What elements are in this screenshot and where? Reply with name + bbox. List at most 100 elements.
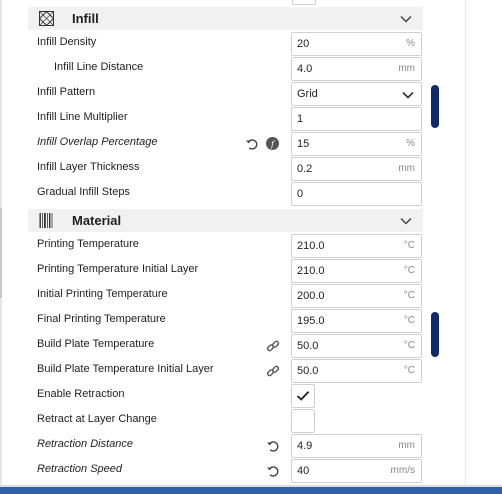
- infill-layer-thickness-field[interactable]: 0.2 mm: [291, 157, 422, 181]
- settings-panel: Infill Infill Density 20 % Infill Line D…: [28, 0, 423, 486]
- setting-row-infill-layer-thickness: Infill Layer Thickness 0.2 mm: [28, 156, 423, 181]
- field-unit: °C: [403, 290, 415, 301]
- setting-row-build-plate-temperature-initial-layer: Build Plate Temperature Initial Layer 50…: [28, 358, 423, 383]
- field-unit: mm: [398, 63, 415, 74]
- field-value: 4.9: [297, 440, 313, 452]
- infill-pattern-dropdown[interactable]: Grid: [291, 82, 422, 106]
- printing-temperature-field[interactable]: 210.0 °C: [291, 234, 422, 258]
- setting-label: Infill Density: [37, 36, 97, 48]
- infill-overlap-percentage-field[interactable]: 15 %: [291, 132, 422, 156]
- category-title-material: Material: [72, 213, 122, 228]
- field-value: 0: [297, 188, 304, 200]
- setting-label: Build Plate Temperature: [37, 338, 155, 350]
- field-unit: °C: [403, 315, 415, 326]
- previous-setting-field-stub[interactable]: [292, 0, 316, 5]
- field-unit: mm/s: [390, 465, 415, 476]
- field-value: 210.0: [297, 240, 325, 252]
- field-value: 195.0: [297, 315, 325, 327]
- setting-row-printing-temperature-initial-layer: Printing Temperature Initial Layer 210.0…: [28, 258, 423, 283]
- field-unit: °C: [403, 240, 415, 251]
- chevron-down-icon: [402, 91, 414, 99]
- setting-label: Retraction Speed: [37, 463, 122, 475]
- printing-temperature-initial-layer-field[interactable]: 210.0 °C: [291, 259, 422, 283]
- field-value: 50.0: [297, 365, 319, 377]
- setting-label: Infill Line Distance: [54, 61, 144, 73]
- setting-label: Initial Printing Temperature: [37, 288, 168, 300]
- field-unit: °C: [403, 365, 415, 376]
- setting-label: Retraction Distance: [37, 438, 133, 450]
- scrollbar-thumb-secondary[interactable]: [431, 312, 439, 357]
- retract-at-layer-change-checkbox[interactable]: [291, 409, 315, 433]
- build-plate-temperature-initial-layer-field[interactable]: 50.0 °C: [291, 359, 422, 383]
- checkmark-icon: [296, 391, 310, 401]
- reset-icon[interactable]: [245, 137, 259, 151]
- infill-density-field[interactable]: 20 %: [291, 32, 422, 56]
- field-unit: °C: [403, 340, 415, 351]
- infill-line-multiplier-field[interactable]: 1: [291, 107, 422, 131]
- setting-label: Printing Temperature: [37, 238, 139, 250]
- field-value: 40: [297, 465, 310, 477]
- setting-label: Gradual Infill Steps: [37, 186, 130, 198]
- category-header-material[interactable]: Material: [28, 209, 423, 232]
- field-value: 20: [297, 38, 310, 50]
- field-value: 0.2: [297, 163, 313, 175]
- category-header-infill[interactable]: Infill: [28, 7, 423, 30]
- field-unit: %: [406, 38, 415, 49]
- initial-printing-temperature-field[interactable]: 200.0 °C: [291, 284, 422, 308]
- infill-category-icon: [39, 11, 54, 26]
- reset-icon[interactable]: [266, 464, 280, 478]
- infill-line-distance-field[interactable]: 4.0 mm: [291, 57, 422, 81]
- setting-label: Infill Overlap Percentage: [37, 136, 158, 148]
- gradual-infill-steps-field[interactable]: 0: [291, 182, 422, 206]
- setting-row-gradual-infill-steps: Gradual Infill Steps 0: [28, 181, 423, 206]
- setting-label: Build Plate Temperature Initial Layer: [37, 363, 214, 375]
- field-unit: %: [406, 138, 415, 149]
- chevron-down-icon[interactable]: [399, 214, 413, 228]
- dropdown-selected-value: Grid: [297, 88, 318, 100]
- panel-right-edge: [465, 0, 466, 490]
- field-value: 200.0: [297, 290, 325, 302]
- field-value: 50.0: [297, 340, 319, 352]
- left-edge-mark: [0, 208, 2, 298]
- field-value: 1: [297, 113, 304, 125]
- chevron-down-icon[interactable]: [399, 12, 413, 26]
- taskbar-strip: [0, 487, 502, 494]
- field-value: 210.0: [297, 265, 325, 277]
- link-icon[interactable]: [266, 364, 280, 378]
- setting-row-retraction-speed: Retraction Speed 40 mm/s: [28, 458, 423, 483]
- retraction-distance-field[interactable]: 4.9 mm: [291, 434, 422, 458]
- setting-label: Infill Line Multiplier: [37, 111, 128, 123]
- final-printing-temperature-field[interactable]: 195.0 °C: [291, 309, 422, 333]
- field-unit: °C: [403, 265, 415, 276]
- setting-row-infill-density: Infill Density 20 %: [28, 31, 423, 56]
- setting-label: Retract at Layer Change: [37, 413, 157, 425]
- field-unit: mm: [398, 163, 415, 174]
- setting-label: Final Printing Temperature: [37, 313, 166, 325]
- scrollbar-thumb[interactable]: [431, 85, 439, 128]
- field-value: 15: [297, 138, 310, 150]
- build-plate-temperature-field[interactable]: 50.0 °C: [291, 334, 422, 358]
- setting-label: Enable Retraction: [37, 388, 125, 400]
- enable-retraction-checkbox[interactable]: [291, 384, 315, 408]
- setting-row-infill-overlap-percentage: Infill Overlap Percentage f 15 %: [28, 131, 423, 156]
- svg-text:f: f: [270, 140, 276, 149]
- link-icon[interactable]: [266, 339, 280, 353]
- setting-row-final-printing-temperature: Final Printing Temperature 195.0 °C: [28, 308, 423, 333]
- field-unit: mm: [398, 440, 415, 451]
- reset-icon[interactable]: [266, 439, 280, 453]
- setting-label: Infill Layer Thickness: [37, 161, 140, 173]
- setting-row-retraction-distance: Retraction Distance 4.9 mm: [28, 433, 423, 458]
- setting-row-infill-line-multiplier: Infill Line Multiplier 1: [28, 106, 423, 131]
- retraction-speed-field[interactable]: 40 mm/s: [291, 459, 422, 483]
- setting-label: Printing Temperature Initial Layer: [37, 263, 199, 275]
- setting-row-retract-at-layer-change: Retract at Layer Change: [28, 408, 423, 433]
- material-category-icon: [39, 213, 53, 228]
- setting-row-initial-printing-temperature: Initial Printing Temperature 200.0 °C: [28, 283, 423, 308]
- setting-label: Infill Pattern: [37, 86, 96, 98]
- field-value: 4.0: [297, 63, 313, 75]
- setting-row-build-plate-temperature: Build Plate Temperature 50.0 °C: [28, 333, 423, 358]
- setting-row-enable-retraction: Enable Retraction: [28, 383, 423, 408]
- setting-row-printing-temperature: Printing Temperature 210.0 °C: [28, 233, 423, 258]
- category-title-infill: Infill: [72, 11, 99, 26]
- fx-icon[interactable]: f: [266, 137, 279, 150]
